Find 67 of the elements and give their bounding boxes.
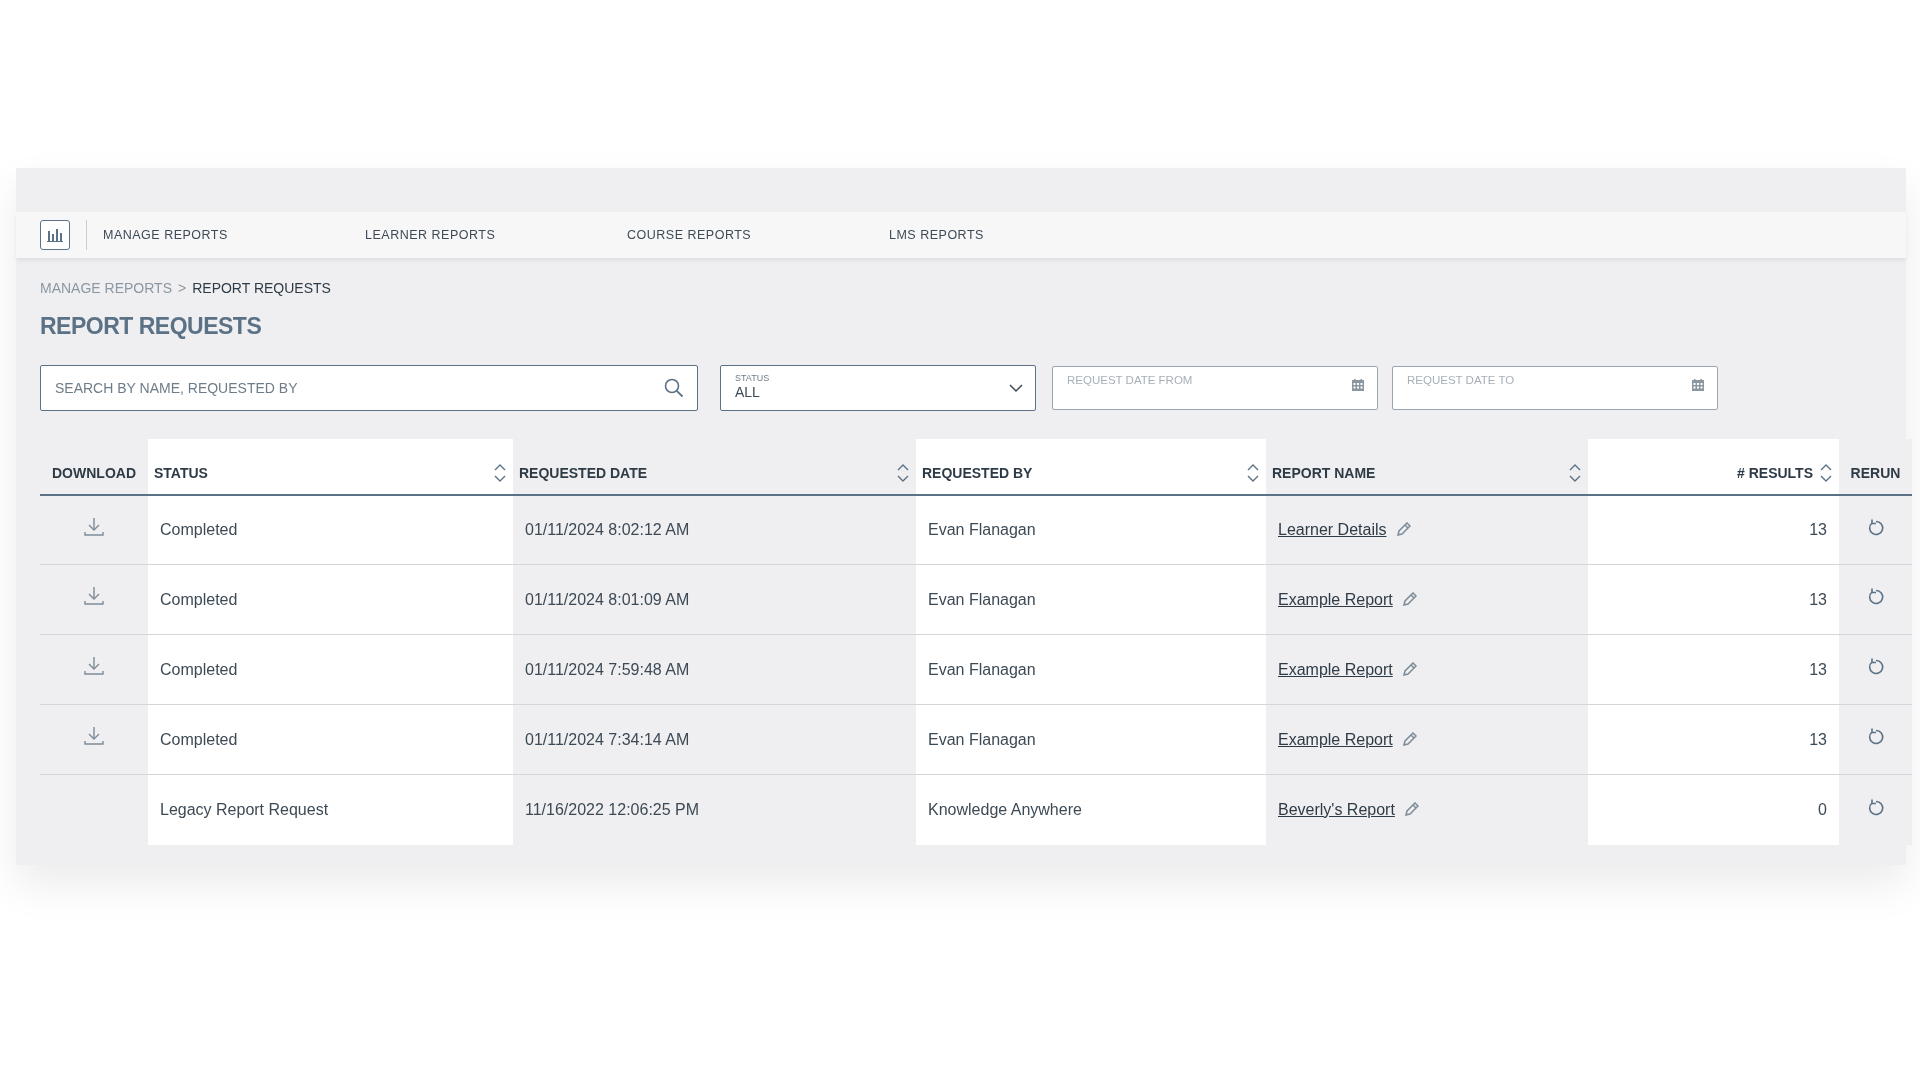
requester-name: Evan Flanagan (928, 730, 1036, 748)
sort-icon[interactable] (493, 463, 507, 484)
requester-name: Knowledge Anywhere (928, 800, 1082, 818)
page-title: REPORT REQUESTS (39, 312, 263, 341)
sort-icon[interactable] (1819, 463, 1833, 484)
nav-link[interactable]: MANAGE REPORTS (103, 225, 365, 245)
column-header[interactable]: REQUESTED BY (922, 462, 1033, 484)
report-link[interactable]: Learner Details (1278, 517, 1387, 542)
date-text: 01/11/2024 7:34:14 AM (525, 730, 690, 748)
download-icon[interactable] (84, 586, 104, 607)
nav-link[interactable]: LMS REPORTS (889, 225, 1151, 245)
report-link[interactable]: Example Report (1278, 657, 1393, 682)
results-count: 13 (1809, 730, 1827, 748)
column-header: RERUN (1850, 463, 1901, 483)
results-count: 13 (1809, 590, 1827, 608)
status-text: Completed (160, 730, 238, 748)
chevron-down-icon (1009, 383, 1023, 393)
calendar-icon (1352, 378, 1364, 391)
results-count: 0 (1818, 800, 1827, 818)
download-icon[interactable] (84, 726, 104, 747)
date-text: 01/11/2024 8:01:09 AM (525, 590, 690, 608)
date-text: 01/11/2024 7:59:48 AM (525, 660, 690, 678)
column-header[interactable]: # RESULTS (1737, 462, 1813, 484)
date-from-field[interactable]: REQUEST DATE FROM (1052, 365, 1378, 410)
results-count: 13 (1809, 660, 1827, 678)
pencil-icon[interactable] (1400, 591, 1417, 608)
column-header[interactable]: STATUS (154, 462, 208, 484)
rerun-icon[interactable] (1866, 518, 1885, 537)
requester-name: Evan Flanagan (928, 590, 1036, 608)
status-select[interactable]: STATUS ALL (720, 364, 1036, 411)
rerun-icon[interactable] (1866, 658, 1885, 677)
date-text: 01/11/2024 8:02:12 AM (525, 520, 690, 538)
report-link[interactable]: Example Report (1278, 587, 1393, 612)
breadcrumb-separator: > (178, 279, 187, 298)
rerun-icon[interactable] (1866, 728, 1885, 747)
column-header: DOWNLOAD (52, 463, 136, 483)
rerun-icon[interactable] (1866, 588, 1885, 607)
pencil-icon[interactable] (1400, 731, 1417, 748)
search-icon (664, 377, 684, 398)
pencil-icon[interactable] (1394, 521, 1411, 538)
download-icon[interactable] (84, 516, 104, 537)
results-count: 13 (1809, 520, 1827, 538)
report-link[interactable]: Beverly's Report (1278, 797, 1395, 822)
search-field[interactable]: SEARCH BY NAME, REQUESTED BY (40, 364, 698, 411)
report-link[interactable]: Example Report (1278, 727, 1393, 752)
sort-icon[interactable] (896, 463, 910, 484)
status-text: Legacy Report Request (160, 800, 329, 818)
status-text: Completed (160, 590, 238, 608)
sort-icon[interactable] (1246, 463, 1260, 484)
column-header[interactable]: REPORT NAME (1272, 462, 1376, 484)
date-text: 11/16/2022 12:06:25 PM (525, 800, 700, 818)
date-to-field[interactable]: REQUEST DATE TO (1392, 365, 1718, 410)
pencil-icon[interactable] (1402, 801, 1419, 818)
requester-name: Evan Flanagan (928, 520, 1036, 538)
bar-chart-icon[interactable] (40, 220, 70, 250)
nav-link[interactable]: COURSE REPORTS (627, 225, 889, 245)
status-text: Completed (160, 660, 238, 678)
sort-icon[interactable] (1568, 463, 1582, 484)
requester-name: Evan Flanagan (928, 660, 1036, 678)
pencil-icon[interactable] (1400, 661, 1417, 678)
status-text: Completed (160, 520, 238, 538)
rerun-icon[interactable] (1866, 798, 1885, 817)
download-icon[interactable] (84, 656, 104, 677)
breadcrumb-current: REPORT REQUESTS (192, 279, 331, 298)
column-header[interactable]: REQUESTED DATE (519, 462, 648, 484)
nav-link[interactable]: LEARNER REPORTS (365, 225, 627, 245)
calendar-icon (1692, 378, 1704, 391)
